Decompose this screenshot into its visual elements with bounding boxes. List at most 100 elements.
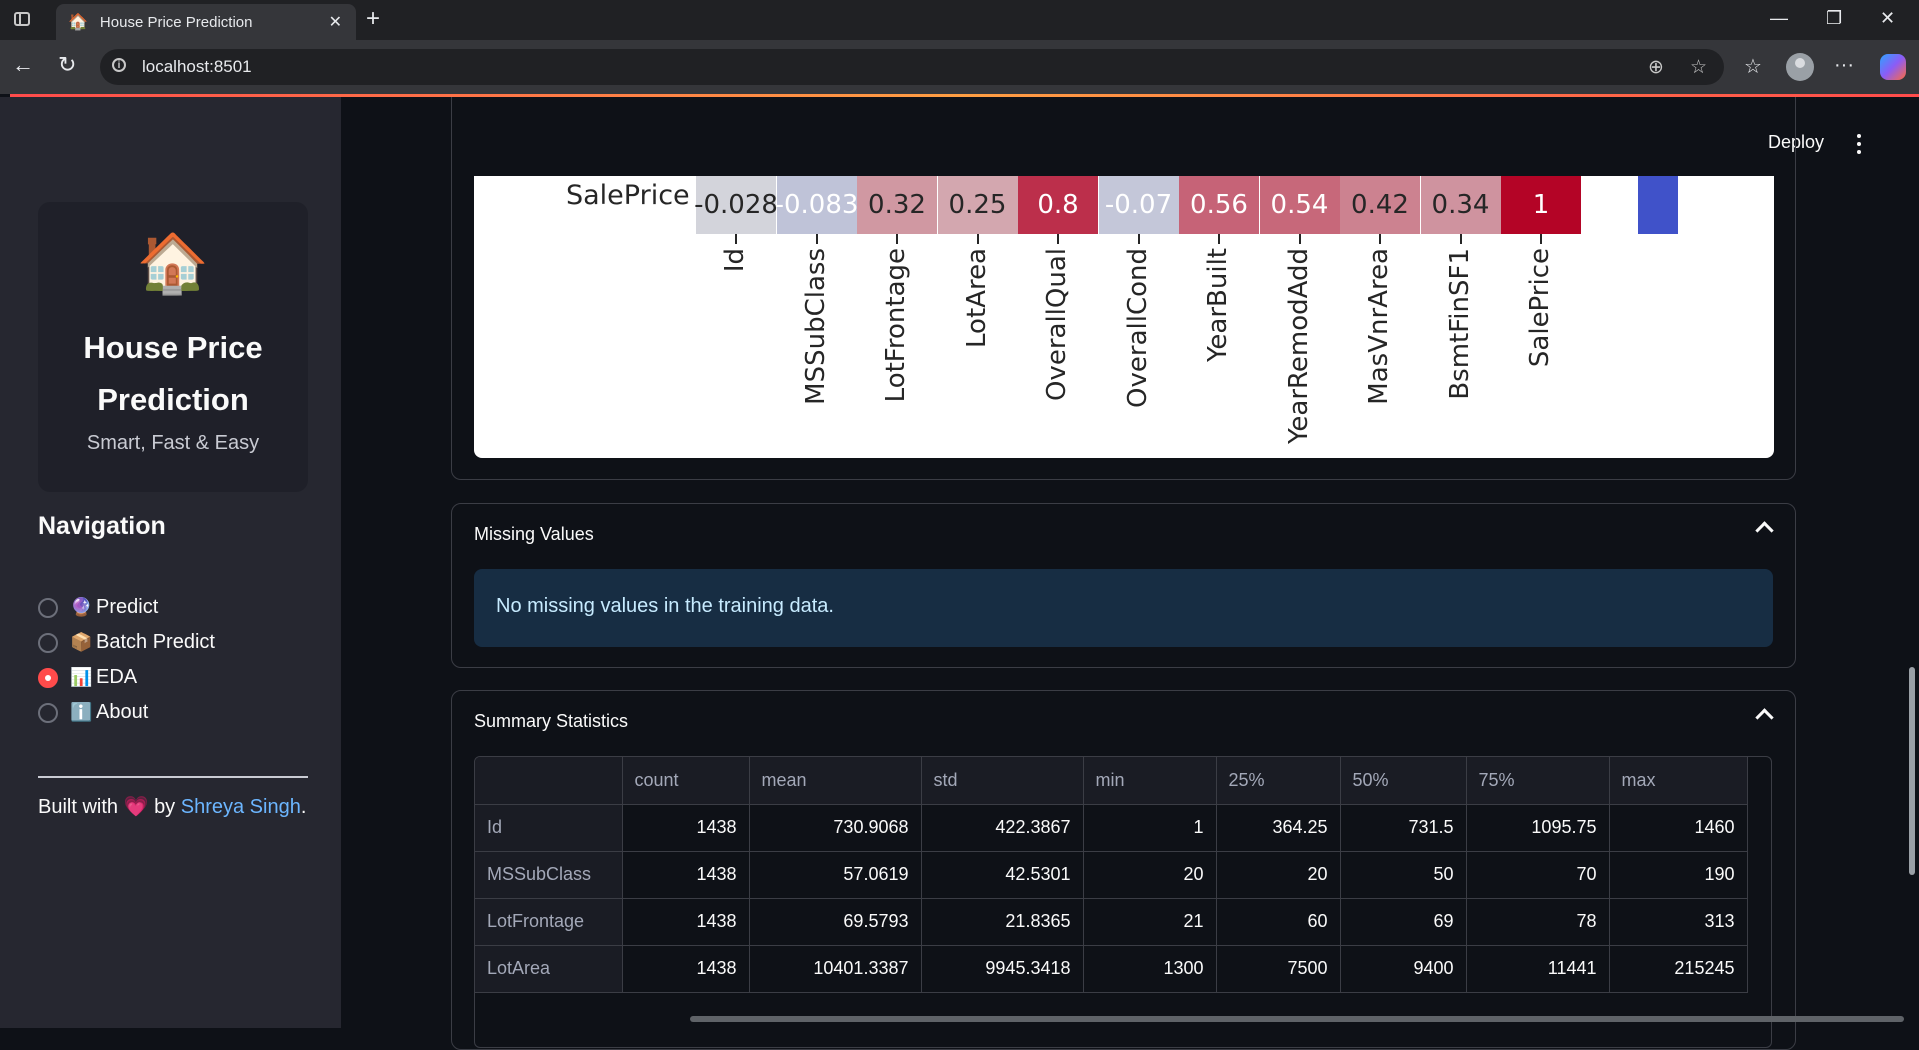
nav-item-predict[interactable]: 🔮 Predict — [38, 590, 215, 625]
zoom-icon[interactable]: ⊕ — [1648, 56, 1664, 79]
heatmap-x-tick — [976, 234, 979, 244]
table-cell[interactable]: 9945.3418 — [921, 945, 1084, 993]
radio-batch-predict[interactable] — [38, 632, 58, 653]
table-cell[interactable]: 69.5793 — [749, 898, 922, 946]
table-cell[interactable]: 364.25 — [1216, 804, 1341, 852]
profile-avatar-icon[interactable] — [1786, 53, 1814, 81]
table-cell[interactable]: 1438 — [622, 804, 750, 852]
column-header[interactable]: 50% — [1340, 757, 1467, 805]
heatmap-cell: -0.028 — [694, 176, 778, 234]
column-header[interactable]: std — [921, 757, 1084, 805]
reload-icon[interactable]: ↻ — [58, 52, 76, 78]
site-info-icon[interactable]: i — [112, 58, 126, 72]
restore-icon[interactable]: ❐ — [1826, 8, 1842, 29]
sidebar-toggle-icon[interactable] — [14, 12, 30, 26]
table-cell[interactable]: 20 — [1216, 851, 1341, 899]
column-header[interactable]: mean — [749, 757, 922, 805]
table-cell[interactable]: 7500 — [1216, 945, 1341, 993]
close-window-icon[interactable]: ✕ — [1880, 8, 1895, 29]
heart-icon: 💗 — [123, 796, 149, 818]
table-cell[interactable]: 21.8365 — [921, 898, 1084, 946]
table-cell[interactable]: 1438 — [622, 898, 750, 946]
table-cell[interactable]: 9400 — [1340, 945, 1467, 993]
close-tab-icon[interactable]: ✕ — [329, 12, 342, 32]
favorite-star-icon[interactable]: ☆ — [1690, 56, 1707, 79]
table-cell[interactable]: 20 — [1083, 851, 1217, 899]
row-header[interactable]: MSSubClass — [475, 851, 623, 899]
table-cell[interactable]: 11441 — [1466, 945, 1610, 993]
table-cell[interactable]: 10401.3387 — [749, 945, 922, 993]
row-header[interactable]: LotFrontage — [475, 898, 623, 946]
back-icon[interactable]: ← — [12, 52, 34, 78]
author-link[interactable]: Shreya Singh — [181, 796, 301, 818]
table-cell[interactable]: 190 — [1609, 851, 1748, 899]
heatmap-x-tick — [1459, 234, 1462, 244]
row-header[interactable]: Id — [475, 804, 623, 852]
page-scrollbar[interactable] — [1905, 97, 1919, 1028]
radio-about[interactable] — [38, 702, 58, 723]
heatmap-x-label: YearBuilt — [1203, 248, 1233, 363]
row-header[interactable]: LotArea — [475, 945, 623, 993]
heatmap-cell: 0.56 — [1179, 176, 1259, 234]
nav-item-about[interactable]: ℹ️ About — [38, 695, 215, 730]
nav-item-eda[interactable]: 📊 EDA — [38, 660, 215, 695]
built-by: by — [154, 796, 176, 818]
scrollbar-thumb[interactable] — [1909, 667, 1915, 875]
more-menu-icon[interactable]: ··· — [1834, 54, 1854, 77]
favorites-icon[interactable]: ☆ — [1744, 54, 1762, 79]
url-field[interactable]: i localhost:8501 ⊕ ☆ — [100, 49, 1724, 85]
radio-predict[interactable] — [38, 597, 58, 618]
column-header[interactable] — [475, 757, 623, 805]
table-cell[interactable]: 60 — [1216, 898, 1341, 946]
collapse-chevron-icon[interactable] — [1755, 708, 1774, 727]
table-cell[interactable]: 57.0619 — [749, 851, 922, 899]
table-cell[interactable]: 730.9068 — [749, 804, 922, 852]
summary-table[interactable]: count mean std min 25% 50% 75% max Id 1438 730.906… — [474, 756, 1772, 1048]
table-cell[interactable]: 70 — [1466, 851, 1610, 899]
column-header[interactable]: 75% — [1466, 757, 1610, 805]
nav-item-batch-predict[interactable]: 📦 Batch Predict — [38, 625, 215, 660]
table-cell[interactable]: 731.5 — [1340, 804, 1467, 852]
table-cell[interactable]: 1 — [1083, 804, 1217, 852]
table-cell[interactable]: 313 — [1609, 898, 1748, 946]
heatmap-x-tick — [896, 234, 898, 244]
table-cell[interactable]: 1438 — [622, 945, 750, 993]
new-tab-icon[interactable]: + — [366, 6, 380, 32]
missing-values-message: No missing values in the training data. — [496, 595, 834, 617]
collapse-chevron-icon[interactable] — [1755, 521, 1774, 540]
radio-eda[interactable] — [38, 667, 58, 688]
column-header[interactable]: 25% — [1216, 757, 1341, 805]
column-header[interactable]: max — [1609, 757, 1748, 805]
browser-tab[interactable]: 🏠 House Price Prediction ✕ — [56, 4, 356, 40]
main-menu-icon[interactable] — [1857, 134, 1861, 154]
table-cell[interactable]: 78 — [1466, 898, 1610, 946]
table-cell[interactable]: 1460 — [1609, 804, 1748, 852]
app-subtitle: Smart, Fast & Easy — [86, 432, 260, 454]
built-suffix: . — [300, 796, 307, 818]
table-cell[interactable]: 1438 — [622, 851, 750, 899]
minimize-icon[interactable]: — — [1770, 8, 1788, 29]
table-cell[interactable]: 50 — [1340, 851, 1467, 899]
copilot-icon[interactable] — [1880, 54, 1906, 80]
table-cell[interactable]: 1300 — [1083, 945, 1217, 993]
sidebar-divider — [38, 776, 308, 778]
summary-dataframe: count mean std min 25% 50% 75% max Id 1438 730.906… — [475, 757, 1748, 993]
table-cell[interactable]: 21 — [1083, 898, 1217, 946]
missing-values-title[interactable]: Missing Values — [474, 524, 594, 545]
heatmap-x-tick — [735, 234, 737, 244]
summary-statistics-title[interactable]: Summary Statistics — [474, 711, 628, 732]
heatmap-x-tick — [815, 234, 818, 244]
heatmap-x-label: OverallCond — [1122, 248, 1153, 408]
table-cell[interactable]: 42.5301 — [921, 851, 1084, 899]
table-cell[interactable]: 422.3867 — [921, 804, 1084, 852]
table-cell[interactable]: 215245 — [1609, 945, 1748, 993]
missing-values-expander: Missing Values No missing values in the … — [451, 503, 1796, 668]
horizontal-scrollbar[interactable] — [690, 1016, 1904, 1022]
column-header[interactable]: count — [622, 757, 750, 805]
column-header[interactable]: min — [1083, 757, 1217, 805]
table-cell[interactable]: 1095.75 — [1466, 804, 1610, 852]
heatmap-x-tick — [1218, 234, 1220, 244]
table-cell[interactable]: 69 — [1340, 898, 1467, 946]
heatmap-x-label: LotArea — [961, 248, 992, 348]
heatmap-x-tick — [1137, 234, 1140, 244]
